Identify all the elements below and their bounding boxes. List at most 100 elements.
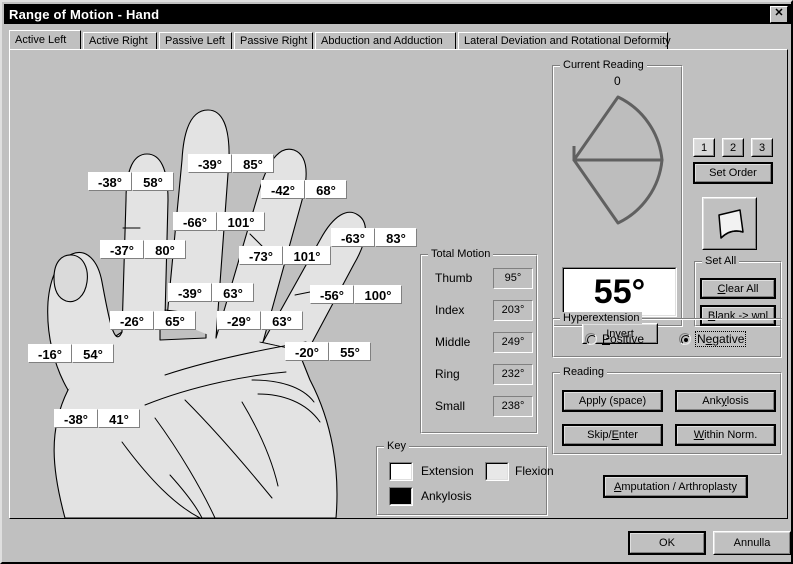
total-motion-label-thumb: Thumb <box>435 271 473 285</box>
order-button-2[interactable]: 2 <box>722 138 744 157</box>
hyperextension-group: Hyperextension Positive Negative <box>552 312 782 358</box>
hand-label-thumb-mcp[interactable]: -38° 41° <box>54 409 140 428</box>
radio-dot-icon <box>679 333 691 345</box>
radio-dot-icon <box>585 333 597 345</box>
hand-label-ring-mcp[interactable]: -29° 63° <box>217 311 303 330</box>
clear-all-button[interactable]: Clear All <box>700 278 776 299</box>
hand-label-neg[interactable]: -38° <box>88 172 132 191</box>
current-reading-value: 55° <box>593 273 646 311</box>
apply-button[interactable]: Apply (space) <box>562 390 663 412</box>
tab-active-left[interactable]: Active Left <box>9 30 81 51</box>
hand-label-pos[interactable]: 41° <box>98 409 140 428</box>
key-swatch-flexion <box>485 462 509 481</box>
hand-label-neg[interactable]: -26° <box>110 311 154 330</box>
hand-label-small-dip[interactable]: -63° 83° <box>331 228 417 247</box>
hand-label-pos[interactable]: 63° <box>212 283 254 302</box>
hand-label-neg[interactable]: -39° <box>168 283 212 302</box>
current-reading-title: Current Reading <box>560 59 647 71</box>
hand-label-pos[interactable]: 55° <box>329 342 371 361</box>
hand-label-middle-dip[interactable]: -39° 85° <box>188 154 274 173</box>
hand-label-neg[interactable]: -66° <box>173 212 217 231</box>
ankylosis-button-label: Ankylosis <box>702 395 749 407</box>
hand-label-neg[interactable]: -29° <box>217 311 261 330</box>
hand-label-index-pip[interactable]: -37° 80° <box>100 240 186 259</box>
hand-label-pos[interactable]: 80° <box>144 240 186 259</box>
radio-label-negative: Negative <box>694 331 747 347</box>
hand-label-pos[interactable]: 68° <box>305 180 347 199</box>
hand-label-thumb-ip[interactable]: -16° 54° <box>28 344 114 363</box>
hand-label-neg[interactable]: -39° <box>188 154 232 173</box>
radio-hyperextension-positive[interactable]: Positive <box>585 332 644 346</box>
total-motion-value-middle: 249° <box>493 332 533 353</box>
angle-gauge-lower-icon <box>572 158 664 225</box>
set-order-button[interactable]: Set Order <box>693 162 773 184</box>
hand-label-neg[interactable]: -16° <box>28 344 72 363</box>
hand-label-ring-pip[interactable]: -73° 101° <box>239 246 331 265</box>
hand-label-pos[interactable]: 63° <box>261 311 303 330</box>
hand-label-neg[interactable]: -63° <box>331 228 375 247</box>
hand-label-pos[interactable]: 65° <box>154 311 196 330</box>
hand-label-index-dip[interactable]: -38° 58° <box>88 172 174 191</box>
key-label-extension: Extension <box>421 464 474 478</box>
hand-label-neg[interactable]: -20° <box>285 342 329 361</box>
hand-label-pos[interactable]: 54° <box>72 344 114 363</box>
hand-label-ring-dip[interactable]: -42° 68° <box>261 180 347 199</box>
hand-label-pos[interactable]: 83° <box>375 228 417 247</box>
key-swatch-extension <box>389 462 413 481</box>
hand-label-middle-mcp[interactable]: -39° 63° <box>168 283 254 302</box>
hand-label-pos[interactable]: 85° <box>232 154 274 173</box>
total-motion-value-thumb: 95° <box>493 268 533 289</box>
hand-label-neg[interactable]: -38° <box>54 409 98 428</box>
hand-label-neg[interactable]: -56° <box>310 285 354 304</box>
clear-all-button-label: Clear All <box>717 282 759 295</box>
hand-label-neg[interactable]: -42° <box>261 180 305 199</box>
page-curl-icon <box>717 208 744 239</box>
order-button-3-label: 3 <box>758 141 766 154</box>
total-motion-title: Total Motion <box>428 248 494 260</box>
hand-label-pos[interactable]: 58° <box>132 172 174 191</box>
skip-enter-button[interactable]: Skip/Enter <box>562 424 663 446</box>
hand-label-pos[interactable]: 101° <box>217 212 265 231</box>
order-button-3[interactable]: 3 <box>751 138 773 157</box>
set-all-title: Set All <box>702 255 740 267</box>
close-icon[interactable]: ✕ <box>770 6 788 23</box>
ok-button-label: OK <box>659 537 675 549</box>
cancel-button[interactable]: Annulla <box>713 531 791 555</box>
hand-label-pos[interactable]: 101° <box>283 246 331 265</box>
tab-strip: Active Left Active Right Passive Left Pa… <box>9 30 788 51</box>
hand-label-small-pip[interactable]: -56° 100° <box>310 285 402 304</box>
key-label-flexion: Flexion <box>515 464 554 478</box>
hand-diagram[interactable]: -38° 58° -39° 85° -42° 68° -66° 101° -37… <box>10 50 425 518</box>
total-motion-value-ring: 232° <box>493 364 533 385</box>
order-button-1[interactable]: 1 <box>693 138 715 157</box>
page-curl-button[interactable] <box>702 197 757 250</box>
key-title: Key <box>384 440 409 452</box>
within-norm-button[interactable]: Within Norm. <box>675 424 776 446</box>
total-motion-group: Total Motion Thumb 95° Index 203° Middle… <box>420 248 538 434</box>
tab-abduction-adduction[interactable]: Abduction and Adduction <box>315 32 456 50</box>
tab-panel-active-left: -38° 58° -39° 85° -42° 68° -66° 101° -37… <box>9 49 788 519</box>
tab-passive-left[interactable]: Passive Left <box>159 32 232 50</box>
hand-label-pos[interactable]: 100° <box>354 285 402 304</box>
order-button-1-label: 1 <box>700 141 708 154</box>
order-button-2-label: 2 <box>729 141 737 154</box>
tab-lateral-deviation[interactable]: Lateral Deviation and Rotational Deformi… <box>458 32 671 50</box>
apply-button-label: Apply (space) <box>578 395 647 407</box>
hyperextension-title: Hyperextension <box>560 312 643 324</box>
tab-passive-right[interactable]: Passive Right <box>234 32 313 50</box>
hand-label-middle-pip[interactable]: -66° 101° <box>173 212 265 231</box>
ankylosis-button[interactable]: Ankylosis <box>675 390 776 412</box>
title-bar: Range of Motion - Hand ✕ <box>4 4 791 24</box>
hand-label-small-mcp[interactable]: -20° 55° <box>285 342 371 361</box>
window-title: Range of Motion - Hand <box>9 6 160 22</box>
radio-hyperextension-negative[interactable]: Negative <box>679 331 747 347</box>
set-order-button-label: Set Order <box>709 167 757 179</box>
hand-label-index-mcp[interactable]: -26° 65° <box>110 311 196 330</box>
tab-active-right[interactable]: Active Right <box>83 32 157 50</box>
hand-label-neg[interactable]: -73° <box>239 246 283 265</box>
hand-label-neg[interactable]: -37° <box>100 240 144 259</box>
skip-enter-button-label: Skip/Enter <box>587 429 638 441</box>
amputation-arthroplasty-button[interactable]: Amputation / Arthroplasty <box>603 475 748 498</box>
ok-button[interactable]: OK <box>628 531 706 555</box>
radio-label-positive: Positive <box>602 332 645 346</box>
